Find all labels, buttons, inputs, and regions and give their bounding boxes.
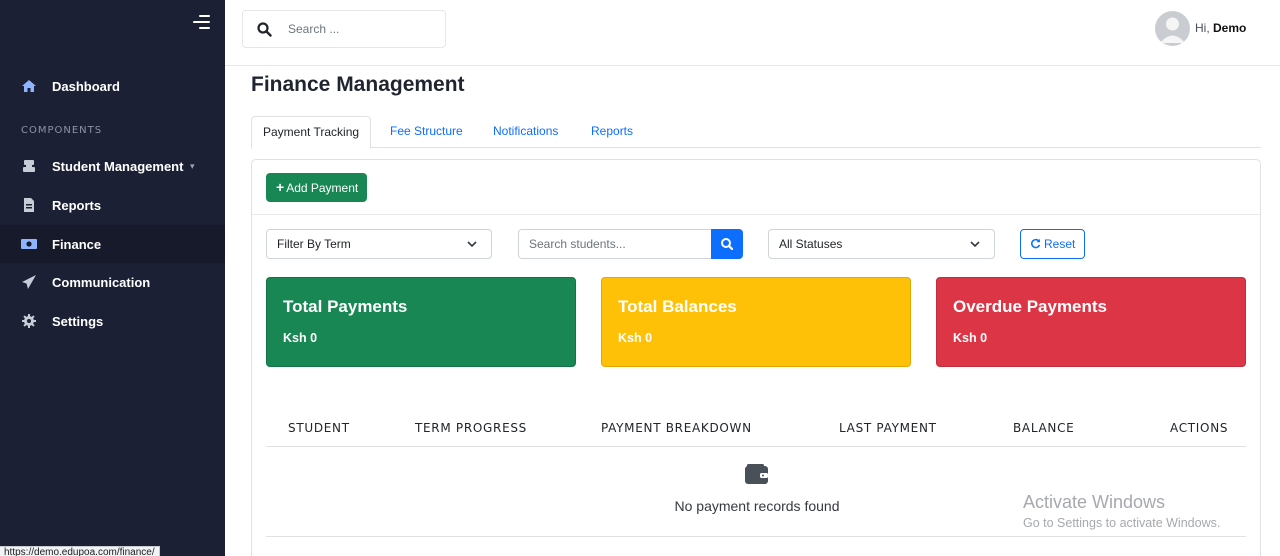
stat-value: Ksh 0 [953, 331, 988, 345]
total-payments-card: Total Payments Ksh 0 [266, 277, 576, 367]
table-header: STUDENT TERM PROGRESS PAYMENT BREAKDOWN … [266, 410, 1246, 447]
search-icon [257, 22, 272, 37]
status-filter-select[interactable]: All Statuses [768, 229, 995, 259]
sidebar-item-student-management[interactable]: Student Management ▾ [0, 147, 225, 185]
tab-payment-tracking[interactable]: Payment Tracking [251, 116, 372, 149]
sidebar-item-label: Communication [52, 274, 151, 290]
add-payment-button[interactable]: + Add Payment [266, 173, 368, 202]
top-bar: Search ... Hi, Demo [225, 0, 1280, 66]
greeting-prefix: Hi, [1195, 21, 1213, 35]
sidebar-item-label: Settings [52, 313, 104, 329]
sidebar-item-finance[interactable]: Finance [0, 225, 225, 263]
wallet-icon [745, 464, 768, 484]
paper-plane-icon [22, 275, 36, 289]
term-filter-value: Filter By Term [277, 237, 351, 251]
column-header-actions: ACTIONS [1170, 421, 1229, 435]
avatar[interactable] [1155, 11, 1190, 46]
gear-icon [22, 314, 36, 328]
table-divider [266, 536, 1246, 537]
column-header-term-progress: TERM PROGRESS [415, 421, 527, 435]
reset-button[interactable]: Reset [1020, 229, 1085, 259]
status-filter-value: All Statuses [779, 237, 843, 251]
user-icon [1160, 17, 1185, 43]
sidebar-item-label: Dashboard [52, 78, 120, 94]
stat-title: Total Payments [283, 297, 408, 316]
column-header-student: STUDENT [288, 421, 350, 435]
activate-windows-watermark: Activate Windows Go to Settings to activ… [1023, 492, 1220, 530]
watermark-title: Activate Windows [1023, 492, 1166, 512]
tab-notifications[interactable]: Notifications [482, 116, 569, 148]
search-input[interactable]: Search ... [242, 10, 446, 48]
column-header-last-payment: LAST PAYMENT [839, 421, 937, 435]
tab-reports[interactable]: Reports [580, 116, 644, 148]
stat-value: Ksh 0 [618, 331, 653, 345]
user-name: Demo [1213, 21, 1247, 35]
column-header-balance: BALANCE [1013, 421, 1075, 435]
sidebar-section-label: COMPONENTS [21, 125, 103, 136]
sidebar: Dashboard COMPONENTS Student Management … [0, 0, 225, 556]
search-icon [721, 238, 734, 251]
student-search-button[interactable] [711, 229, 743, 259]
chevron-down-icon: ▾ [190, 161, 195, 171]
sidebar-item-communication[interactable]: Communication [0, 263, 225, 301]
sidebar-item-reports[interactable]: Reports [0, 186, 225, 224]
reset-label: Reset [1043, 237, 1076, 251]
student-search-input[interactable]: Search students... [518, 229, 712, 259]
chevron-down-icon [467, 241, 477, 248]
stat-value: Ksh 0 [283, 331, 318, 345]
tab-fee-structure[interactable]: Fee Structure [379, 116, 474, 148]
column-header-payment-breakdown: PAYMENT BREAKDOWN [601, 421, 752, 435]
sidebar-item-dashboard[interactable]: Dashboard [0, 67, 225, 105]
sidebar-toggle-icon[interactable] [190, 14, 210, 30]
user-greeting[interactable]: Hi, Demo [1195, 21, 1246, 35]
sidebar-item-label: Student Management [52, 158, 184, 174]
refresh-icon [1030, 238, 1040, 249]
add-payment-label: Add Payment [286, 181, 359, 195]
overdue-payments-card: Overdue Payments Ksh 0 [936, 277, 1246, 367]
home-icon [22, 80, 36, 92]
sidebar-item-settings[interactable]: Settings [0, 302, 225, 340]
plus-icon: + [276, 179, 285, 195]
sidebar-item-label: Finance [52, 236, 102, 252]
chevron-down-icon [970, 241, 980, 248]
stat-title: Total Balances [618, 297, 737, 316]
page-title: Finance Management [251, 73, 465, 96]
watermark-subtitle: Go to Settings to activate Windows. [1023, 516, 1221, 530]
card-header: + Add Payment [252, 160, 1260, 215]
total-balances-card: Total Balances Ksh 0 [601, 277, 911, 367]
search-placeholder: Search ... [288, 22, 340, 36]
file-icon [24, 198, 34, 212]
finance-tabs: Payment Tracking Fee Structure Notificat… [251, 116, 1261, 149]
money-icon [21, 239, 37, 249]
link-status-bar: https://demo.edupoa.com/finance/ [0, 546, 160, 556]
stat-title: Overdue Payments [953, 297, 1108, 316]
sidebar-item-label: Reports [52, 197, 102, 213]
term-filter-select[interactable]: Filter By Term [266, 229, 492, 259]
student-icon [23, 160, 35, 172]
